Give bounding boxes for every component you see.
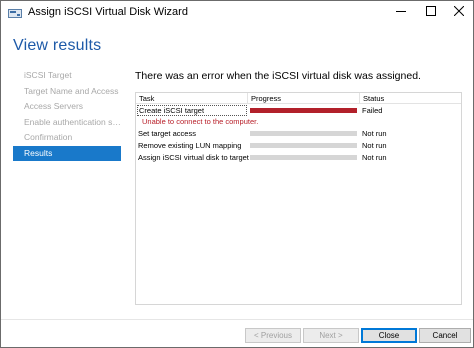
- task-name: Remove existing LUN mapping: [138, 141, 242, 150]
- error-row: Unable to connect to the computer.: [136, 116, 461, 127]
- results-table: Task Progress Status Create iSCSI target…: [135, 92, 462, 305]
- page-title: View results: [13, 37, 102, 54]
- table-row[interactable]: Assign iSCSI virtual disk to target Not …: [136, 152, 461, 163]
- wizard-nav: iSCSI Target Target Name and Access Acce…: [13, 68, 121, 161]
- task-name: Create iSCSI target: [137, 105, 247, 116]
- task-status: Not run: [362, 129, 387, 138]
- close-icon: [453, 3, 464, 21]
- progress-bar: [250, 155, 357, 160]
- results-heading: There was an error when the iSCSI virtua…: [135, 70, 421, 82]
- minimize-button[interactable]: [386, 1, 415, 23]
- column-header-progress[interactable]: Progress: [248, 93, 281, 104]
- close-window-button[interactable]: [444, 1, 473, 23]
- progress-bar: [250, 131, 357, 136]
- task-status: Failed: [362, 106, 383, 115]
- title-bar: Assign iSCSI Virtual Disk Wizard: [1, 1, 473, 25]
- nav-item-access-servers: Access Servers: [24, 101, 84, 111]
- column-header-task[interactable]: Task: [136, 93, 154, 104]
- progress-bar: [250, 108, 357, 113]
- task-name: Assign iSCSI virtual disk to target: [138, 153, 249, 162]
- window-title: Assign iSCSI Virtual Disk Wizard: [28, 6, 188, 18]
- previous-button[interactable]: < Previous: [245, 328, 301, 343]
- maximize-icon: [425, 3, 436, 21]
- table-row[interactable]: Create iSCSI target Failed: [136, 105, 461, 116]
- nav-item-enable-authentication: Enable authentication ser...: [24, 116, 121, 127]
- task-name: Set target access: [138, 129, 196, 138]
- table-row[interactable]: Set target access Not run: [136, 128, 461, 139]
- nav-item-results[interactable]: Results: [13, 145, 121, 161]
- nav-item-confirmation: Confirmation: [24, 132, 73, 142]
- nav-item-iscsi-target: iSCSI Target: [24, 70, 72, 80]
- table-header: Task Progress Status: [136, 93, 461, 104]
- nav-item-target-name-access: Target Name and Access: [24, 85, 119, 96]
- footer-divider: [1, 319, 473, 320]
- task-status: Not run: [362, 141, 387, 150]
- maximize-button[interactable]: [416, 1, 445, 23]
- table-row[interactable]: Remove existing LUN mapping Not run: [136, 140, 461, 151]
- next-button[interactable]: Next >: [303, 328, 359, 343]
- cancel-button[interactable]: Cancel: [419, 328, 471, 343]
- close-button[interactable]: Close: [361, 328, 417, 343]
- error-message: Unable to connect to the computer.: [142, 117, 259, 126]
- minimize-icon: [395, 3, 406, 21]
- disk-wizard-icon: [8, 6, 22, 18]
- task-status: Not run: [362, 153, 387, 162]
- progress-bar: [250, 143, 357, 148]
- column-header-status[interactable]: Status: [360, 93, 384, 104]
- wizard-window: Assign iSCSI Virtual Disk Wizard View re…: [0, 0, 474, 348]
- progress-fill: [250, 108, 357, 113]
